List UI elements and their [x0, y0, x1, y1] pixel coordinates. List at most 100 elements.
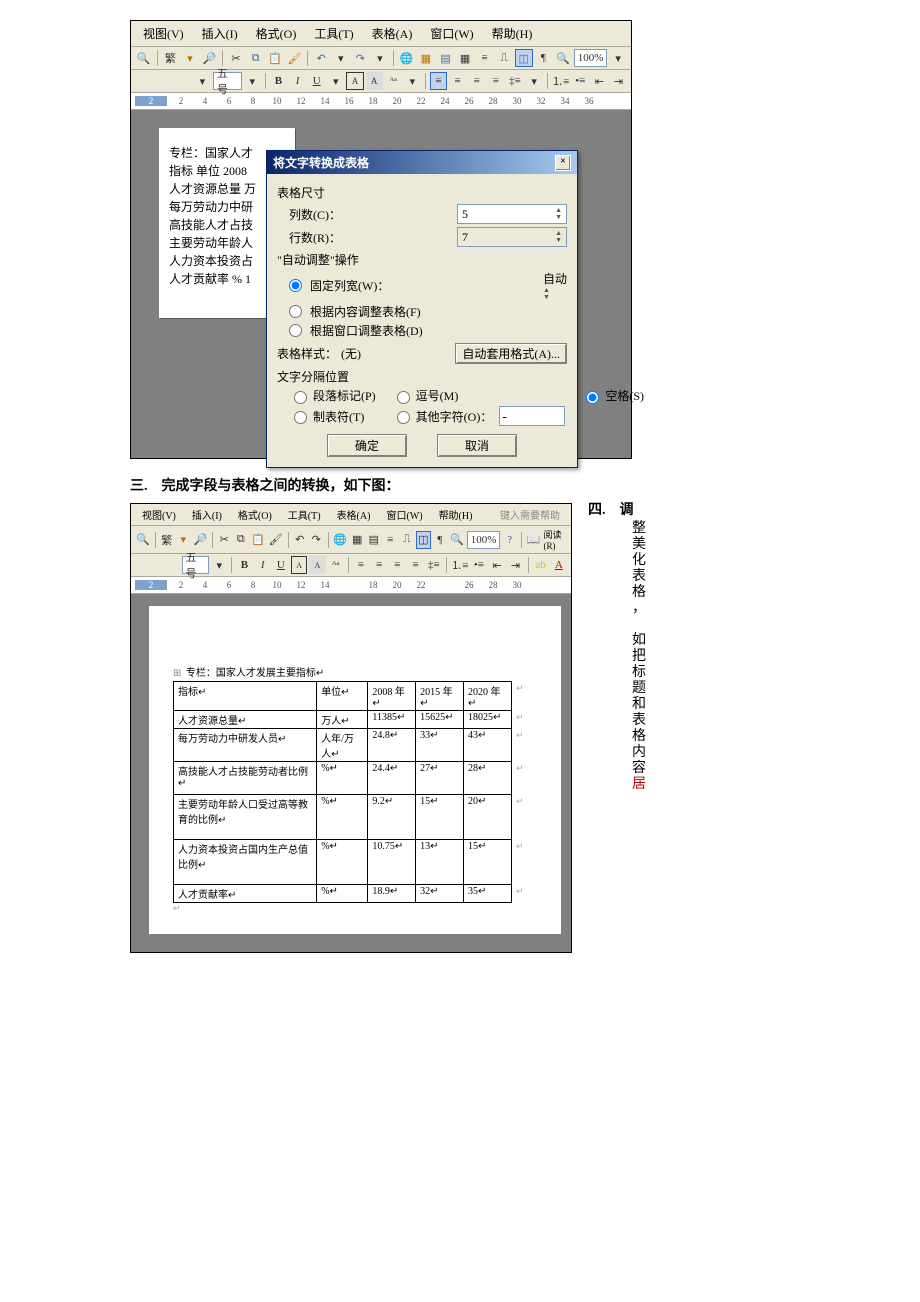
sep-other-radio[interactable] — [397, 411, 410, 424]
traditional-icon[interactable]: 繁 — [159, 531, 174, 549]
tables-borders-icon[interactable]: ▦ — [350, 531, 365, 549]
align-justify-button[interactable]: ≡ — [407, 556, 423, 574]
bold-button[interactable]: B — [236, 556, 252, 574]
tables-borders-icon[interactable]: ▦ — [417, 49, 435, 67]
fontsize-combo[interactable]: 五号 — [182, 556, 210, 574]
copy-icon[interactable]: ⧉ — [247, 49, 265, 67]
numbered-list-button[interactable]: ⒈≡ — [552, 72, 570, 90]
table-move-handle-icon[interactable]: ⊞ — [173, 668, 181, 679]
undo-dropdown-icon[interactable]: ▾ — [332, 49, 350, 67]
line-spacing-button[interactable]: ‡≡ — [506, 72, 523, 90]
insert-table-icon[interactable]: ▤ — [367, 531, 382, 549]
menu-window[interactable]: 窗口(W) — [381, 506, 427, 523]
align-justify-button[interactable]: ≡ — [487, 72, 504, 90]
fixed-width-radio[interactable] — [289, 279, 302, 292]
fontsize-dropdown-icon[interactable]: ▾ — [244, 72, 261, 90]
print-preview-icon[interactable]: 🔍 — [135, 531, 151, 549]
menu-table[interactable]: 表格(A) — [366, 23, 419, 44]
insert-table-icon[interactable]: ▤ — [437, 49, 455, 67]
zoom-combo[interactable]: 100% — [574, 49, 608, 67]
decrease-indent-button[interactable]: ⇤ — [591, 72, 608, 90]
fontsize-dropdown-icon[interactable]: ▾ — [211, 556, 227, 574]
underline-button[interactable]: U — [308, 72, 325, 90]
paste-icon[interactable]: 📋 — [250, 531, 266, 549]
char-effect-button[interactable]: ᴬᵃ — [328, 556, 344, 574]
show-marks-icon[interactable]: ¶ — [535, 49, 553, 67]
doc-map-icon[interactable]: ◫ — [515, 49, 533, 67]
line-spacing-button[interactable]: ‡≡ — [426, 556, 442, 574]
bold-button[interactable]: B — [270, 72, 287, 90]
menu-format[interactable]: 格式(O) — [233, 506, 277, 523]
research-icon[interactable]: 🔎 — [201, 49, 219, 67]
sep-space-radio[interactable] — [586, 391, 599, 404]
zoom-combo[interactable]: 100% — [467, 531, 501, 549]
decrease-indent-button[interactable]: ⇤ — [489, 556, 505, 574]
underline-dropdown-icon[interactable]: ▾ — [327, 72, 344, 90]
hyperlink-icon[interactable]: 🌐 — [398, 49, 416, 67]
line-spacing-dropdown-icon[interactable]: ▾ — [526, 72, 543, 90]
insert-worksheet-icon[interactable]: ▦ — [456, 49, 474, 67]
font-color-button[interactable]: A — [551, 556, 567, 574]
fixed-width-spinner[interactable]: 自动 ▲▼ — [543, 270, 567, 301]
autoformat-button[interactable]: 自动套用格式(A)... — [455, 343, 567, 364]
cut-icon[interactable]: ✂ — [217, 531, 232, 549]
bulleted-list-button[interactable]: •≡ — [572, 72, 589, 90]
undo-icon[interactable]: ↶ — [312, 49, 330, 67]
menu-insert[interactable]: 插入(I) — [196, 23, 244, 44]
increase-indent-button[interactable]: ⇥ — [610, 72, 627, 90]
style-dropdown-icon[interactable]: ▾ — [194, 72, 211, 90]
drawing-icon[interactable]: ⎍ — [400, 531, 415, 549]
redo-dropdown-icon[interactable]: ▾ — [371, 49, 389, 67]
underline-button[interactable]: U — [273, 556, 289, 574]
sep-other-input[interactable] — [499, 406, 565, 426]
menu-window[interactable]: 窗口(W) — [424, 23, 479, 44]
spinner-icon[interactable]: ▲▼ — [543, 287, 567, 301]
drawing-icon[interactable]: ⎍ — [495, 49, 513, 67]
format-painter-icon[interactable]: 🖌 — [268, 531, 284, 549]
close-button[interactable]: × — [555, 155, 571, 171]
hyperlink-icon[interactable]: 🌐 — [332, 531, 348, 549]
help-prompt[interactable]: 键入需要帮助 — [495, 506, 565, 523]
align-left-button[interactable]: ≡ — [430, 72, 447, 90]
ok-button[interactable]: 确定 — [327, 434, 407, 457]
menu-tools[interactable]: 工具(T) — [308, 23, 359, 44]
traditional-icon[interactable]: 繁 — [162, 49, 180, 67]
read-mode-label[interactable]: 阅读(R) — [543, 528, 566, 551]
bulleted-list-button[interactable]: •≡ — [471, 556, 487, 574]
align-right-button[interactable]: ≡ — [389, 556, 405, 574]
sep-paragraph-radio[interactable] — [294, 391, 307, 404]
research-icon[interactable]: 🔎 — [193, 531, 209, 549]
columns-spinner[interactable]: 5 ▲▼ — [457, 204, 567, 224]
paste-icon[interactable]: 📋 — [266, 49, 284, 67]
simplified-icon[interactable]: ▾ — [176, 531, 191, 549]
align-center-button[interactable]: ≡ — [449, 72, 466, 90]
show-marks-icon[interactable]: ¶ — [433, 531, 448, 549]
menu-view[interactable]: 视图(V) — [137, 23, 190, 44]
spinner-icon[interactable]: ▲▼ — [555, 207, 562, 221]
zoom-tool-icon[interactable]: 🔍 — [554, 49, 572, 67]
char-border-button[interactable]: A — [346, 72, 363, 90]
menu-help[interactable]: 帮助(H) — [434, 506, 478, 523]
char-shading-button[interactable]: A — [309, 556, 325, 574]
menu-help[interactable]: 帮助(H) — [486, 23, 539, 44]
char-shading-button[interactable]: A — [366, 72, 383, 90]
menu-format[interactable]: 格式(O) — [250, 23, 303, 44]
columns-icon[interactable]: ≡ — [476, 49, 494, 67]
char-effect-dropdown-icon[interactable]: ▾ — [404, 72, 421, 90]
undo-icon[interactable]: ↶ — [292, 531, 307, 549]
char-effect-button[interactable]: ᴬᵃ — [385, 72, 402, 90]
sep-comma-radio[interactable] — [397, 391, 410, 404]
fit-window-radio[interactable] — [289, 324, 302, 337]
copy-icon[interactable]: ⧉ — [234, 531, 249, 549]
align-center-button[interactable]: ≡ — [371, 556, 387, 574]
menu-insert[interactable]: 插入(I) — [187, 506, 227, 523]
align-right-button[interactable]: ≡ — [468, 72, 485, 90]
highlight-button[interactable]: ab — [532, 556, 548, 574]
menu-tools[interactable]: 工具(T) — [283, 506, 326, 523]
fontsize-combo[interactable]: 五号 — [213, 72, 242, 90]
italic-button[interactable]: I — [255, 556, 271, 574]
columns-icon[interactable]: ≡ — [383, 531, 398, 549]
cancel-button[interactable]: 取消 — [437, 434, 517, 457]
char-border-button[interactable]: A — [291, 556, 307, 574]
align-left-button[interactable]: ≡ — [353, 556, 369, 574]
